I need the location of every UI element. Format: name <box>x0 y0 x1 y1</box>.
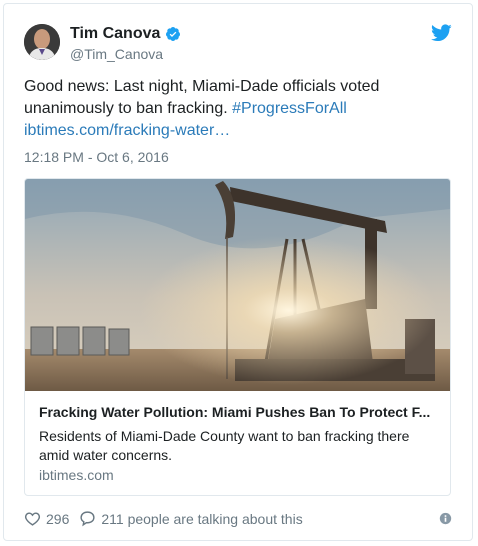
hashtag-link[interactable]: #ProgressForAll <box>232 100 347 117</box>
timestamp[interactable]: 12:18 PM - Oct 6, 2016 <box>24 149 169 165</box>
embedded-tweet: Tim Canova @Tim_Canova Good news: Last n… <box>3 3 473 541</box>
verified-badge-icon <box>166 27 181 41</box>
twitter-bird-icon[interactable] <box>431 24 452 42</box>
reply-bubble-icon[interactable] <box>79 510 96 527</box>
like-action[interactable]: 296 <box>24 510 69 527</box>
info-icon[interactable] <box>439 512 452 525</box>
user-handle[interactable]: @Tim_Canova <box>70 46 163 62</box>
link-card[interactable]: Fracking Water Pollution: Miami Pushes B… <box>24 178 451 496</box>
like-count: 296 <box>46 510 70 527</box>
card-domain: ibtimes.com <box>39 467 114 483</box>
avatar[interactable] <box>24 24 60 60</box>
tweet-text: Good news: Last night, Miami-Dade offici… <box>24 76 454 142</box>
tweet-actions: 296 211 people are talking about this <box>24 510 313 527</box>
card-description: Residents of Miami-Dade County want to b… <box>39 428 410 463</box>
user-name[interactable]: Tim Canova <box>70 25 160 43</box>
talking-count: 211 people are talking about this <box>101 510 303 527</box>
article-link[interactable]: ibtimes.com/fracking-water… <box>24 122 230 139</box>
card-title[interactable]: Fracking Water Pollution: Miami Pushes B… <box>39 404 439 420</box>
heart-icon[interactable] <box>24 510 41 527</box>
card-image <box>25 179 450 391</box>
reply-action[interactable]: 211 people are talking about this <box>79 510 303 527</box>
